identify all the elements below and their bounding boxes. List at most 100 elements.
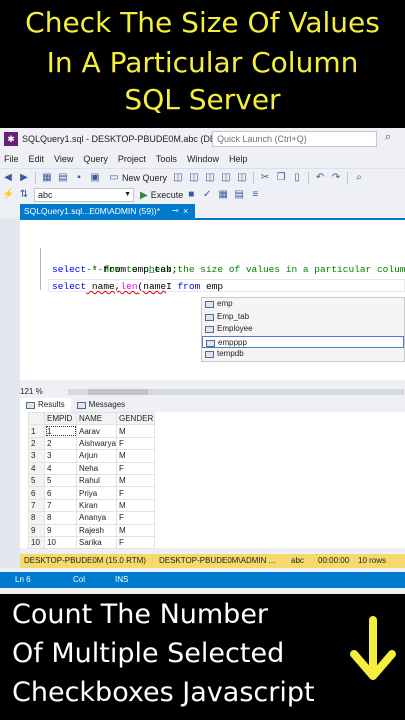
open-file-icon[interactable]: ▤ <box>57 172 69 184</box>
list-item[interactable]: tempdb <box>202 348 404 361</box>
row-number[interactable]: 7 <box>28 498 45 513</box>
table-cell[interactable]: 6 <box>44 486 77 500</box>
column-header[interactable]: NAME <box>76 411 117 426</box>
row-number-header[interactable] <box>28 411 45 426</box>
table-row[interactable]: 3 3 Arjun M <box>28 449 155 463</box>
table-row[interactable]: 7 7 Kiran M <box>28 498 155 513</box>
table-cell[interactable]: 3 <box>44 449 77 463</box>
list-item-selected[interactable]: empppp <box>202 335 404 348</box>
scrollbar-thumb[interactable] <box>88 389 148 395</box>
back-icon[interactable]: ◀ <box>2 172 14 184</box>
table-cell[interactable]: 9 <box>44 523 77 537</box>
row-number[interactable]: 5 <box>28 473 45 488</box>
horizontal-scrollbar[interactable] <box>68 389 404 395</box>
search-icon[interactable]: ⌕ <box>385 131 391 144</box>
table-cell[interactable]: 1 <box>44 424 77 438</box>
menu-project[interactable]: Project <box>118 154 146 164</box>
mdx-query-icon[interactable]: ◫ <box>188 172 200 184</box>
table-cell[interactable]: 8 <box>44 511 77 525</box>
new-query-button[interactable]: ▭ New Query <box>106 172 167 184</box>
menu-window[interactable]: Window <box>187 154 219 164</box>
table-cell[interactable]: F <box>116 486 155 500</box>
comment-icon[interactable]: ≡ <box>249 189 261 201</box>
connect-icon[interactable]: ⚡ <box>2 189 14 201</box>
copy-icon[interactable]: ❐ <box>275 172 287 184</box>
table-cell[interactable]: 7 <box>44 498 77 513</box>
change-connection-icon[interactable]: ⇅ <box>18 189 30 201</box>
save-all-icon[interactable]: ▣ <box>89 172 101 184</box>
table-cell[interactable]: Aishwarya <box>76 436 117 451</box>
row-number[interactable]: 4 <box>28 461 45 475</box>
table-cell[interactable]: Rajesh <box>76 523 117 537</box>
menu-file[interactable]: File <box>4 154 19 164</box>
table-cell[interactable]: M <box>116 449 155 463</box>
table-row[interactable]: 6 6 Priya F <box>28 486 155 500</box>
table-cell[interactable]: F <box>116 511 155 525</box>
pin-icon[interactable]: ⊸ <box>172 204 179 218</box>
row-number[interactable]: 2 <box>28 436 45 451</box>
row-number[interactable]: 10 <box>28 535 45 550</box>
table-cell[interactable]: Rahul <box>76 473 117 488</box>
xmla-query-icon[interactable]: ◫ <box>220 172 232 184</box>
tab-messages[interactable]: Messages <box>71 398 131 412</box>
column-header[interactable]: GENDER <box>116 411 155 426</box>
dmx-query-icon[interactable]: ◫ <box>204 172 216 184</box>
menu-tools[interactable]: Tools <box>156 154 177 164</box>
stop-icon[interactable]: ■ <box>185 189 197 201</box>
parse-icon[interactable]: ✓ <box>201 189 213 201</box>
table-row[interactable]: 8 8 Ananya F <box>28 511 155 525</box>
table-row[interactable]: 4 4 Neha F <box>28 461 155 475</box>
tab-sqlquery1[interactable]: SQLQuery1.sql...E0M\ADMIN (59))* ⊸ × <box>20 204 195 218</box>
list-item[interactable]: Employee <box>202 323 404 336</box>
row-number[interactable]: 6 <box>28 486 45 500</box>
table-cell[interactable]: 4 <box>44 461 77 475</box>
database-select[interactable]: abc ▼ <box>34 188 134 202</box>
table-row[interactable]: 5 5 Rahul M <box>28 473 155 488</box>
new-project-icon[interactable]: ▦ <box>41 172 53 184</box>
table-cell[interactable]: Aarav <box>76 424 117 438</box>
menu-query[interactable]: Query <box>83 154 108 164</box>
results-to-grid-icon[interactable]: ▤ <box>233 189 245 201</box>
row-number[interactable]: 9 <box>28 523 45 537</box>
list-item[interactable]: emp <box>202 298 404 311</box>
table-row[interactable]: 9 9 Rajesh M <box>28 523 155 537</box>
zoom-level[interactable]: 121 % <box>20 387 43 396</box>
table-row[interactable]: 2 2 Aishwarya F <box>28 436 155 451</box>
table-cell[interactable]: M <box>116 523 155 537</box>
table-cell[interactable]: F <box>116 535 155 550</box>
row-number[interactable]: 8 <box>28 511 45 525</box>
table-cell[interactable]: M <box>116 424 155 438</box>
db-query-icon[interactable]: ◫ <box>172 172 184 184</box>
undo-icon[interactable]: ↶ <box>314 172 326 184</box>
redo-icon[interactable]: ↷ <box>330 172 342 184</box>
table-cell[interactable]: Arjun <box>76 449 117 463</box>
table-cell[interactable]: Kiran <box>76 498 117 513</box>
results-grid[interactable]: EMPID NAME GENDER 1 1 Aarav M 2 2 Aishwarya F 3 3… <box>20 411 405 550</box>
table-cell[interactable]: F <box>116 461 155 475</box>
table-row[interactable]: 10 10 Sarika F <box>28 535 155 550</box>
table-cell[interactable]: F <box>116 436 155 451</box>
table-cell[interactable]: Ananya <box>76 511 117 525</box>
table-row[interactable]: 1 1 Aarav M <box>28 424 155 438</box>
table-cell[interactable]: 5 <box>44 473 77 488</box>
table-cell[interactable]: Priya <box>76 486 117 500</box>
column-header[interactable]: EMPID <box>44 411 77 426</box>
execute-button[interactable]: ▶ Execute <box>140 190 183 201</box>
table-cell[interactable]: 10 <box>44 535 77 550</box>
menu-view[interactable]: View <box>54 154 73 164</box>
cut-icon[interactable]: ✂ <box>259 172 271 184</box>
paste-icon[interactable]: ▯ <box>291 172 303 184</box>
tab-results[interactable]: Results <box>20 398 71 412</box>
menu-edit[interactable]: Edit <box>29 154 45 164</box>
close-icon[interactable]: × <box>183 204 188 218</box>
table-cell[interactable]: M <box>116 498 155 513</box>
dax-query-icon[interactable]: ◫ <box>236 172 248 184</box>
table-cell[interactable]: M <box>116 473 155 488</box>
quick-launch-input[interactable]: Quick Launch (Ctrl+Q) <box>212 131 377 147</box>
save-icon[interactable]: ▪ <box>73 172 85 184</box>
menu-help[interactable]: Help <box>229 154 248 164</box>
row-number[interactable]: 3 <box>28 449 45 463</box>
table-cell[interactable]: 2 <box>44 436 77 451</box>
forward-icon[interactable]: ▶ <box>18 172 30 184</box>
plan-icon[interactable]: ▦ <box>217 189 229 201</box>
